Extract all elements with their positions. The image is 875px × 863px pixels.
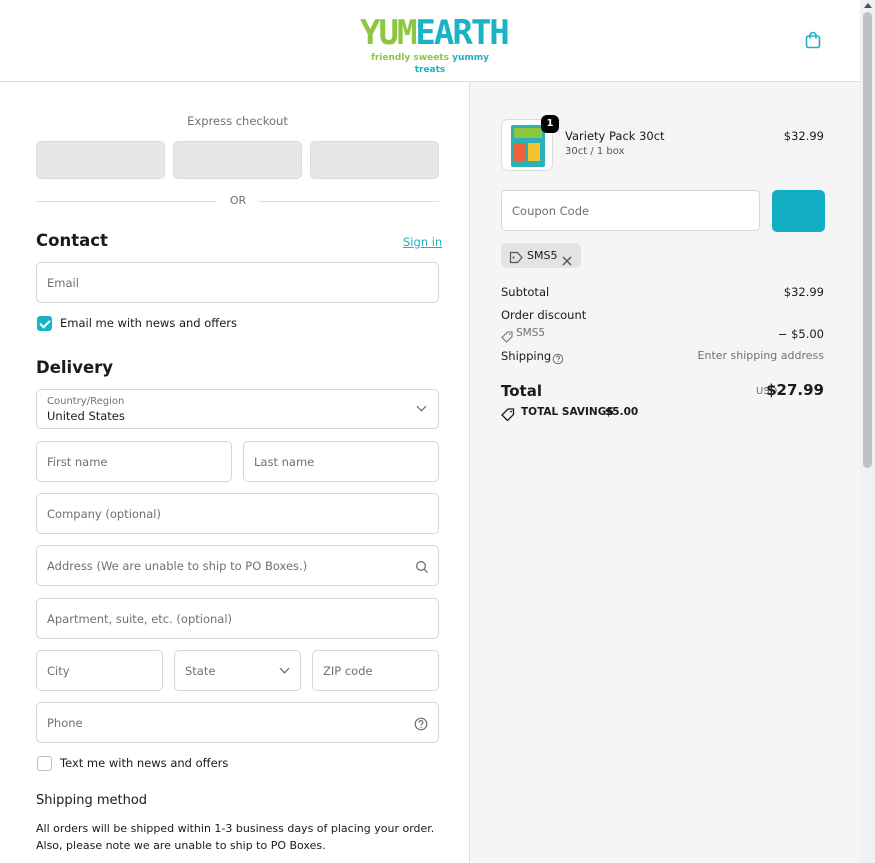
- product-price: $32.99: [783, 129, 824, 143]
- country-select[interactable]: Country/Region United States: [36, 389, 439, 429]
- last-name-placeholder: Last name: [254, 455, 315, 469]
- scroll-up-arrow-icon[interactable]: [864, 3, 872, 8]
- express-pay-button-3[interactable]: [310, 141, 439, 179]
- chevron-down-icon: [279, 663, 290, 674]
- state-placeholder: State: [185, 664, 216, 678]
- scrollbar-thumb[interactable]: [863, 12, 872, 468]
- site-header: YUMEARTH friendly sweets yummy treats: [0, 0, 860, 82]
- company-field[interactable]: Company (optional): [36, 493, 439, 534]
- email-field[interactable]: Email: [36, 262, 439, 303]
- express-pay-button-1[interactable]: [36, 141, 165, 179]
- coupon-placeholder: Coupon Code: [512, 204, 590, 218]
- shipping-value: Enter shipping address: [697, 349, 824, 362]
- apartment-field[interactable]: Apartment, suite, etc. (optional): [36, 598, 439, 639]
- logo-tagline-left: friendly sweets: [370, 53, 449, 63]
- address-field[interactable]: Address (We are unable to ship to PO Box…: [36, 545, 439, 586]
- applied-discount-chip: SMS5: [501, 243, 581, 268]
- order-discount-label: Order discount: [501, 308, 587, 322]
- city-placeholder: City: [47, 664, 70, 678]
- product-box-image: [511, 125, 545, 167]
- savings-tag-icon: [501, 406, 515, 425]
- first-name-placeholder: First name: [47, 455, 108, 469]
- order-summary-column: 1 Variety Pack 30ct 30ct / 1 box $32.99 …: [469, 82, 860, 863]
- text-news-label: Text me with news and offers: [60, 756, 229, 770]
- city-field[interactable]: City: [36, 650, 163, 691]
- tag-icon: [509, 249, 523, 268]
- subtotal-value: $32.99: [783, 285, 824, 299]
- express-pay-button-2[interactable]: [173, 141, 302, 179]
- address-placeholder: Address (We are unable to ship to PO Box…: [47, 559, 308, 573]
- tag-icon: [501, 328, 513, 347]
- first-name-field[interactable]: First name: [36, 441, 232, 482]
- apply-coupon-button[interactable]: [772, 190, 825, 232]
- contact-heading: Contact: [36, 231, 108, 250]
- shipping-method-heading: Shipping method: [36, 793, 148, 808]
- applied-discount-code: SMS5: [527, 249, 558, 262]
- phone-placeholder: Phone: [47, 716, 83, 730]
- discount-code-label: SMS5: [516, 327, 546, 339]
- state-select[interactable]: State: [174, 650, 301, 691]
- email-news-checkbox[interactable]: [37, 316, 52, 331]
- zip-placeholder: ZIP code: [323, 664, 373, 678]
- express-checkout-label: Express checkout: [187, 114, 288, 128]
- total-savings-value: $5.00: [605, 406, 639, 418]
- total-label: Total: [501, 382, 542, 400]
- text-news-checkbox[interactable]: [37, 756, 52, 771]
- country-label: Country/Region: [47, 396, 125, 407]
- last-name-field[interactable]: Last name: [243, 441, 439, 482]
- close-icon[interactable]: [562, 251, 572, 270]
- shopping-bag-icon[interactable]: [803, 30, 823, 50]
- or-divider-text: OR: [229, 194, 247, 207]
- help-circle-icon[interactable]: [552, 350, 564, 369]
- shipping-note: All orders will be shipped within 1-3 bu…: [36, 822, 435, 852]
- chevron-down-icon: [416, 401, 427, 412]
- product-variant: 30ct / 1 box: [565, 146, 625, 157]
- sign-in-link[interactable]: Sign in: [403, 235, 442, 249]
- yumearth-logo[interactable]: YUMEARTH friendly sweets yummy treats: [360, 13, 510, 76]
- apartment-placeholder: Apartment, suite, etc. (optional): [47, 612, 233, 626]
- quantity-badge: 1: [541, 115, 559, 133]
- delivery-heading: Delivery: [36, 358, 114, 377]
- email-placeholder: Email: [47, 276, 79, 290]
- email-news-label: Email me with news and offers: [60, 316, 238, 330]
- total-value: $27.99: [766, 381, 824, 399]
- help-circle-icon[interactable]: [414, 716, 428, 735]
- total-savings-label: TOTAL SAVINGS: [521, 406, 614, 418]
- divider-right: [259, 201, 439, 202]
- company-placeholder: Company (optional): [47, 507, 161, 521]
- checkout-form-column: Express checkout OR Contact Sign in Emai…: [0, 82, 469, 863]
- product-name: Variety Pack 30ct: [565, 129, 665, 143]
- subtotal-label: Subtotal: [501, 285, 550, 299]
- coupon-code-field[interactable]: Coupon Code: [501, 190, 760, 231]
- search-icon: [415, 559, 429, 578]
- zip-field[interactable]: ZIP code: [312, 650, 439, 691]
- shipping-label: Shipping: [501, 349, 552, 363]
- logo-yum: YUM: [360, 13, 417, 53]
- phone-field[interactable]: Phone: [36, 702, 439, 743]
- country-value: United States: [47, 409, 125, 423]
- divider-left: [36, 201, 216, 202]
- logo-earth: EARTH: [415, 13, 509, 53]
- page-scrollbar[interactable]: [860, 0, 875, 863]
- discount-value: − $5.00: [777, 327, 824, 341]
